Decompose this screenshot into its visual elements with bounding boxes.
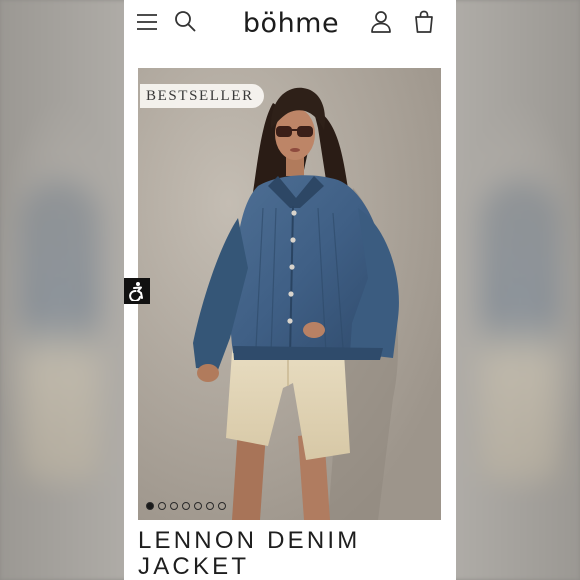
blurred-figure-right [480, 180, 560, 480]
gallery-dot[interactable] [194, 502, 202, 510]
product-image[interactable]: BESTSELLER [138, 68, 441, 520]
blurred-figure-left [20, 180, 100, 480]
shopping-bag-icon[interactable] [414, 10, 434, 34]
mobile-page: böhme BESTSELLER LENNON DENIM JACKET [124, 0, 456, 580]
site-header: böhme [124, 0, 456, 48]
gallery-dot[interactable] [182, 502, 190, 510]
gallery-dot[interactable] [170, 502, 178, 510]
gallery-dot[interactable] [206, 502, 214, 510]
product-title: LENNON DENIM JACKET [138, 528, 438, 580]
brand-logo[interactable]: böhme [216, 6, 366, 42]
gallery-dot[interactable] [218, 502, 226, 510]
product-title-line-2: JACKET [138, 553, 250, 580]
product-title-line-1: LENNON DENIM [138, 527, 361, 554]
gallery-dot[interactable] [158, 502, 166, 510]
gallery-dot[interactable] [146, 502, 154, 510]
model-illustration [138, 68, 441, 520]
hamburger-menu-icon[interactable] [136, 12, 158, 32]
search-icon[interactable] [174, 10, 196, 32]
bestseller-badge: BESTSELLER [140, 84, 264, 108]
accessibility-button[interactable] [124, 278, 150, 304]
accessibility-icon [129, 282, 143, 301]
account-icon[interactable] [370, 10, 392, 34]
gallery-pagination [146, 502, 226, 512]
